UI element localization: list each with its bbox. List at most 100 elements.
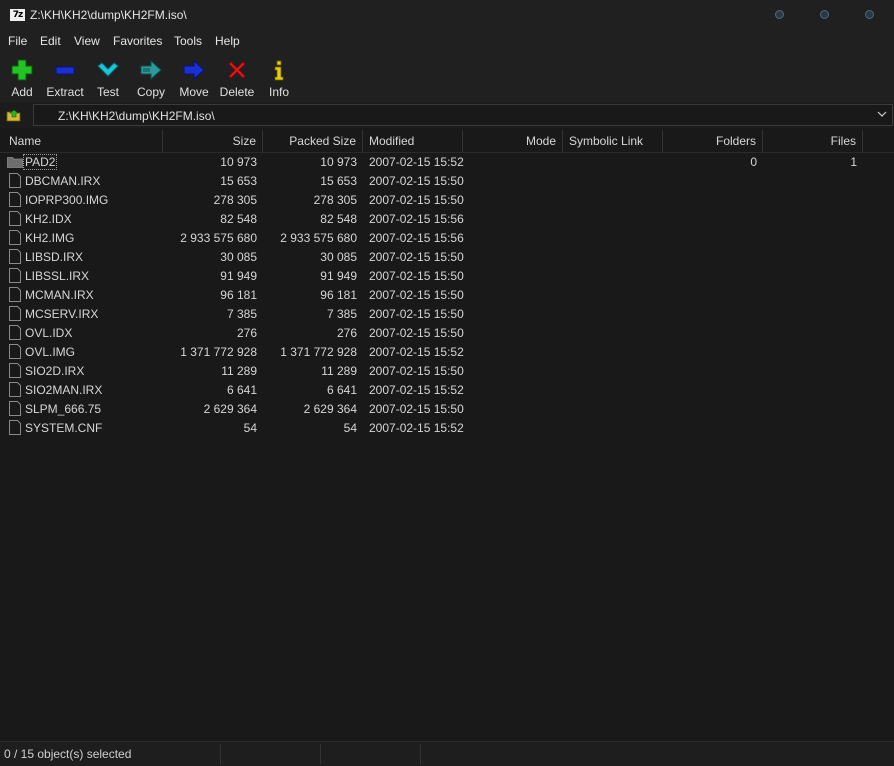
table-row[interactable]: MCSERV.IRX 7 385 7 385 2007-02-15 15:50 <box>0 305 894 324</box>
table-row[interactable]: DBCMAN.IRX 15 653 15 653 2007-02-15 15:50 <box>0 172 894 191</box>
cell-name: MCSERV.IRX <box>25 307 99 321</box>
column-header-modified[interactable]: Modified <box>363 130 463 152</box>
menu-help[interactable]: Help <box>215 34 240 48</box>
column-header-folders[interactable]: Folders <box>663 130 763 152</box>
cell-packed-size: 54 <box>343 421 357 435</box>
test-label: Test <box>96 85 119 99</box>
copy-label: Copy <box>136 85 165 99</box>
cell-packed-size: 15 653 <box>320 174 357 188</box>
title-bar: 7z Z:\KH\KH2\dump\KH2FM.iso\ <box>0 0 894 30</box>
plus-icon <box>11 59 33 81</box>
cell-modified: 2007-02-15 15:50 <box>369 402 464 416</box>
folder-icon <box>7 157 23 168</box>
table-row[interactable]: OVL.IDX 276 276 2007-02-15 15:50 <box>0 324 894 343</box>
address-field[interactable]: Z:\KH\KH2\dump\KH2FM.iso\ <box>33 104 893 126</box>
menu-edit[interactable]: Edit <box>40 34 61 48</box>
table-row[interactable]: SIO2MAN.IRX 6 641 6 641 2007-02-15 15:52 <box>0 381 894 400</box>
cell-size: 30 085 <box>220 250 257 264</box>
cell-modified: 2007-02-15 15:52 <box>369 383 464 397</box>
move-button[interactable]: Move <box>176 56 212 100</box>
cell-modified: 2007-02-15 15:50 <box>369 288 464 302</box>
cell-name: OVL.IMG <box>25 345 76 359</box>
app-icon: 7z <box>10 9 25 21</box>
table-row[interactable]: SLPM_666.75 2 629 364 2 629 364 2007-02-15 … <box>0 400 894 419</box>
cell-name: KH2.IMG <box>25 231 75 245</box>
menu-file[interactable]: File <box>8 34 27 48</box>
add-button[interactable]: Add <box>4 56 40 100</box>
cell-modified: 2007-02-15 15:52 <box>369 155 464 169</box>
table-row[interactable]: PAD2 10 973 10 973 2007-02-15 15:52 0 1 <box>0 153 894 172</box>
cell-packed-size: 96 181 <box>320 288 357 302</box>
column-header-symbolic-link[interactable]: Symbolic Link <box>563 130 663 152</box>
info-label: Info <box>268 85 289 99</box>
cell-name: OVL.IDX <box>25 326 73 340</box>
cell-modified: 2007-02-15 15:56 <box>369 231 464 245</box>
table-row[interactable]: LIBSD.IRX 30 085 30 085 2007-02-15 15:50 <box>0 248 894 267</box>
cell-packed-size: 1 371 772 928 <box>280 345 357 359</box>
menu-view[interactable]: View <box>74 34 100 48</box>
table-row[interactable]: KH2.IDX 82 548 82 548 2007-02-15 15:56 <box>0 210 894 229</box>
maximize-button[interactable] <box>820 10 829 19</box>
file-icon <box>9 325 21 340</box>
file-icon <box>9 287 21 302</box>
column-header-size[interactable]: Size <box>163 130 263 152</box>
cell-name: KH2.IDX <box>25 212 72 226</box>
cell-modified: 2007-02-15 15:50 <box>369 326 464 340</box>
table-row[interactable]: SYSTEM.CNF 54 54 2007-02-15 15:52 <box>0 419 894 438</box>
cell-name: SIO2MAN.IRX <box>25 383 103 397</box>
cell-modified: 2007-02-15 15:50 <box>369 364 464 378</box>
column-header-mode[interactable]: Mode <box>463 130 563 152</box>
cell-name: LIBSSL.IRX <box>25 269 90 283</box>
menu-tools[interactable]: Tools <box>174 34 202 48</box>
status-bar: 0 / 15 object(s) selected <box>0 741 894 766</box>
minimize-button[interactable] <box>775 10 784 19</box>
close-button[interactable] <box>865 10 874 19</box>
menu-favorites[interactable]: Favorites <box>113 34 162 48</box>
table-row[interactable]: LIBSSL.IRX 91 949 91 949 2007-02-15 15:50 <box>0 267 894 286</box>
table-row[interactable]: OVL.IMG 1 371 772 928 1 371 772 928 2007-02… <box>0 343 894 362</box>
file-icon <box>9 268 21 283</box>
cell-name: LIBSD.IRX <box>25 250 84 264</box>
table-row[interactable]: KH2.IMG 2 933 575 680 2 933 575 680 2007-02… <box>0 229 894 248</box>
delete-x-icon <box>228 61 246 79</box>
cell-size: 278 305 <box>213 193 257 207</box>
copy-button[interactable]: Copy <box>133 56 169 100</box>
cell-size: 7 385 <box>226 307 257 321</box>
cell-name: SLPM_666.75 <box>25 402 102 416</box>
cell-name: SYSTEM.CNF <box>25 421 103 435</box>
cell-modified: 2007-02-15 15:50 <box>369 269 464 283</box>
delete-button[interactable]: Delete <box>218 56 256 100</box>
cell-size: 10 973 <box>220 155 257 169</box>
file-icon <box>9 249 21 264</box>
extract-button[interactable]: Extract <box>44 56 86 100</box>
file-icon <box>9 306 21 321</box>
test-button[interactable]: Test <box>92 56 124 100</box>
file-icon <box>9 344 21 359</box>
status-divider <box>320 744 321 764</box>
chevron-down-icon[interactable] <box>876 108 888 120</box>
info-button[interactable]: Info <box>264 56 294 100</box>
file-icon <box>9 211 21 226</box>
cell-size: 91 949 <box>220 269 257 283</box>
cell-name: IOPRP300.IMG <box>25 193 109 207</box>
table-row[interactable]: MCMAN.IRX 96 181 96 181 2007-02-15 15:50 <box>0 286 894 305</box>
file-icon <box>9 230 21 245</box>
add-label: Add <box>11 85 33 99</box>
column-header-files[interactable]: Files <box>763 130 863 152</box>
cell-modified: 2007-02-15 15:52 <box>369 345 464 359</box>
folder-up-icon[interactable] <box>6 108 22 122</box>
column-header-name[interactable]: Name <box>0 130 163 152</box>
cell-packed-size: 10 973 <box>320 155 357 169</box>
table-row[interactable]: IOPRP300.IMG 278 305 278 305 2007-02-15 15:… <box>0 191 894 210</box>
cell-files: 1 <box>850 155 857 169</box>
column-header-packed-size[interactable]: Packed Size <box>263 130 363 152</box>
cell-size: 276 <box>236 326 257 340</box>
extract-label: Extract <box>46 85 84 99</box>
checkmark-icon <box>97 62 119 77</box>
table-row[interactable]: SIO2D.IRX 11 289 11 289 2007-02-15 15:50 <box>0 362 894 381</box>
file-icon <box>9 401 21 416</box>
move-label: Move <box>179 85 209 99</box>
status-text: 0 / 15 object(s) selected <box>4 747 132 761</box>
cell-modified: 2007-02-15 15:50 <box>369 307 464 321</box>
cell-packed-size: 82 548 <box>320 212 357 226</box>
